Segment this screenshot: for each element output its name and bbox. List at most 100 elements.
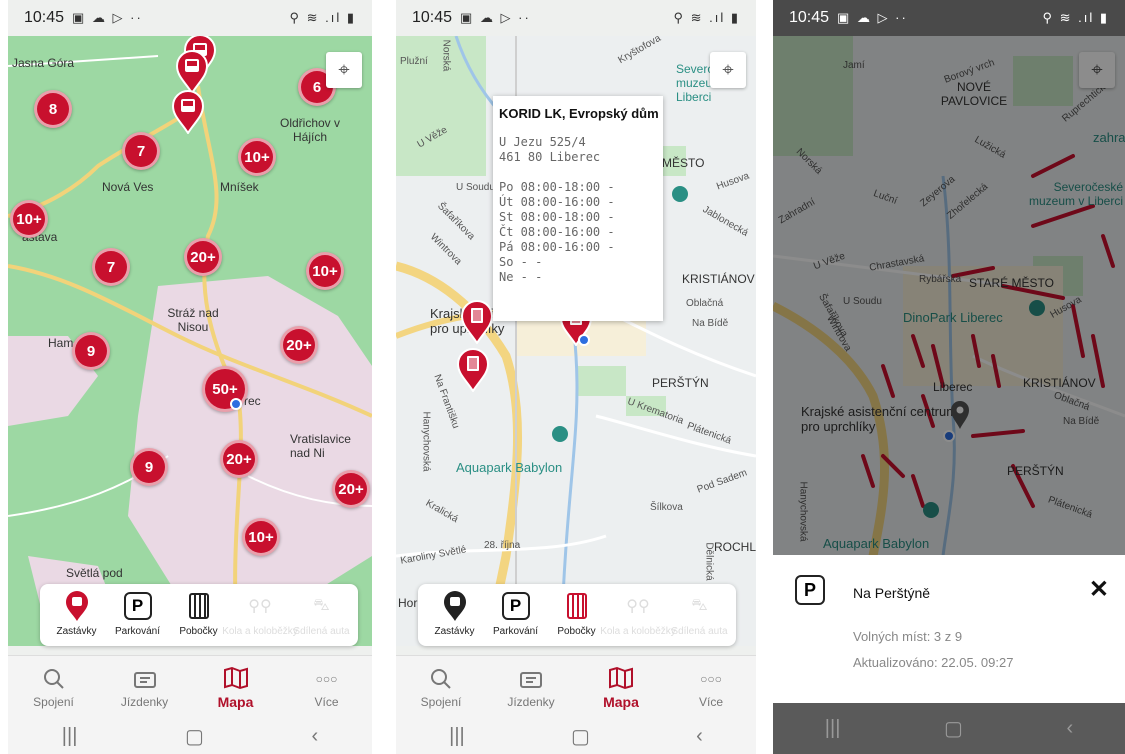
bus-stop-pin-icon bbox=[61, 590, 93, 622]
parking-icon: P bbox=[795, 575, 825, 605]
free-spaces-text: Volných míst: 3 z 9 bbox=[853, 629, 963, 644]
map-label: Vratislavice nad Ni bbox=[290, 432, 351, 460]
stop-cluster[interactable]: 10+ bbox=[242, 518, 280, 556]
status-bar: 10:45 ▣ ☁ ▷ ·· ⚲ ≋ .ıl ▮ bbox=[773, 0, 1125, 36]
bottom-navigation: Spojení Jízdenky Mapa ○○○ Více bbox=[396, 655, 756, 719]
nav-map[interactable]: Mapa bbox=[576, 656, 666, 719]
filter-branches[interactable]: Pobočky bbox=[168, 590, 229, 640]
district-label: ROCHL bbox=[714, 540, 756, 554]
branch-info-popup[interactable]: KORID LK, Evropský dům U Jezu 525/4 461 … bbox=[493, 96, 663, 321]
home-button[interactable]: ▢ bbox=[571, 724, 590, 749]
branch-office-pin-icon[interactable] bbox=[460, 300, 494, 345]
filter-label: Kola a koloběžky bbox=[222, 626, 298, 637]
filter-stops[interactable]: Zastávky bbox=[46, 590, 107, 640]
filter-parking[interactable]: P Parkování bbox=[107, 590, 168, 640]
street-label: 28. října bbox=[484, 540, 521, 551]
map-view[interactable]: Jamí Borový vrch NOVÉ PAVLOVICE Ruprecht… bbox=[773, 36, 1125, 556]
recents-button[interactable]: ||| bbox=[62, 725, 78, 748]
map-dim-overlay[interactable] bbox=[773, 36, 1125, 556]
filter-parking[interactable]: P Parkování bbox=[485, 590, 546, 640]
map-label: Nová Ves bbox=[102, 180, 154, 194]
branch-office-pin-icon[interactable] bbox=[456, 348, 490, 393]
recents-button[interactable]: ||| bbox=[449, 725, 465, 748]
status-time: 10:45 bbox=[789, 9, 830, 26]
filter-branches[interactable]: Pobočky bbox=[546, 590, 607, 640]
home-button[interactable]: ▢ bbox=[185, 724, 204, 749]
filter-shared-cars[interactable]: ⛍ Sdílená auta bbox=[291, 590, 352, 640]
map-label: Ham bbox=[48, 336, 74, 350]
system-navigation-bar: ||| ▢ ‹ bbox=[8, 719, 372, 754]
nav-connections[interactable]: Spojení bbox=[8, 656, 99, 719]
bus-stop-pin-icon[interactable] bbox=[171, 90, 205, 135]
nav-more[interactable]: ○○○ Více bbox=[666, 656, 756, 719]
filter-label: Sdílená auta bbox=[671, 626, 728, 637]
stop-cluster[interactable]: 20+ bbox=[220, 440, 258, 478]
bus-stop-pin-icon[interactable] bbox=[175, 50, 209, 95]
nav-label: Spojení bbox=[420, 695, 462, 709]
street-label: Na Bídě bbox=[692, 318, 729, 329]
stop-cluster[interactable]: 9 bbox=[72, 332, 110, 370]
stop-cluster[interactable]: 7 bbox=[92, 248, 130, 286]
nav-label: Jízdenky bbox=[120, 695, 169, 709]
filter-bikes[interactable]: ⚲⚲ Kola a koloběžky bbox=[222, 590, 298, 640]
home-button[interactable]: ▢ bbox=[944, 716, 963, 741]
bike-icon: ⚲⚲ bbox=[626, 598, 650, 615]
street-label: Plužní bbox=[400, 56, 428, 67]
locate-me-button[interactable]: ⌖ bbox=[326, 52, 362, 88]
stop-cluster[interactable]: 10+ bbox=[238, 138, 276, 176]
district-label: KRISTIÁNOV bbox=[682, 272, 755, 286]
more-dots-icon: ○○○ bbox=[700, 672, 722, 686]
crosshair-icon: ⌖ bbox=[338, 58, 350, 81]
map-view[interactable]: Jasna Góra Oldřichov v Hájích Nová Ves M… bbox=[8, 36, 372, 646]
poi-marker-icon[interactable] bbox=[552, 426, 568, 442]
nav-label: Mapa bbox=[217, 694, 254, 710]
locate-me-button[interactable]: ⌖ bbox=[710, 52, 746, 88]
stop-cluster[interactable]: 9 bbox=[130, 448, 168, 486]
status-time: 10:45 bbox=[412, 9, 453, 26]
map-view[interactable]: Plužní Norská Kryštofova Severočeské muz… bbox=[396, 36, 756, 646]
filter-stops[interactable]: Zastávky bbox=[424, 590, 485, 640]
popup-hours-line: St 08:00-18:00 - bbox=[499, 210, 615, 224]
filter-label: Sdílená auta bbox=[293, 626, 350, 637]
filter-shared-cars[interactable]: ⛍ Sdílená auta bbox=[669, 590, 730, 640]
popup-hours-line: Po 08:00-18:00 - bbox=[499, 180, 615, 194]
back-button[interactable]: ‹ bbox=[312, 725, 319, 748]
district-label: MĚSTO bbox=[662, 156, 705, 170]
map-label: Stráž nad Nisou bbox=[167, 306, 219, 334]
nav-connections[interactable]: Spojení bbox=[396, 656, 486, 719]
recents-button[interactable]: ||| bbox=[825, 717, 841, 740]
system-status-icons: ⚲ ≋ .ıl ▮ bbox=[289, 10, 356, 25]
stop-cluster[interactable]: 20+ bbox=[184, 238, 222, 276]
stop-cluster[interactable]: 10+ bbox=[10, 200, 48, 238]
stop-cluster[interactable]: 20+ bbox=[280, 326, 318, 364]
popup-hours-line: So - - bbox=[499, 255, 543, 269]
stop-cluster[interactable]: 7 bbox=[122, 132, 160, 170]
stop-cluster[interactable]: 20+ bbox=[332, 470, 370, 508]
nav-tickets[interactable]: Jízdenky bbox=[99, 656, 190, 719]
stop-cluster[interactable]: 10+ bbox=[306, 252, 344, 290]
street-label: Dělnická bbox=[703, 542, 715, 581]
stop-cluster[interactable]: 8 bbox=[34, 90, 72, 128]
ticket-icon bbox=[518, 666, 544, 692]
status-bar: 10:45 ▣ ☁ ▷ ·· ⚲ ≋ .ıl ▮ bbox=[396, 0, 756, 36]
nav-more[interactable]: ○○○ Více bbox=[281, 656, 372, 719]
nav-tickets[interactable]: Jízdenky bbox=[486, 656, 576, 719]
car-icon: ⛍ bbox=[313, 597, 330, 614]
search-icon bbox=[42, 666, 66, 692]
map-label: Oldřichov v Hájích bbox=[279, 116, 341, 144]
nav-label: Jízdenky bbox=[507, 695, 555, 709]
screen-map-branches: 10:45 ▣ ☁ ▷ ·· ⚲ ≋ .ıl ▮ Plužní Norská K… bbox=[396, 0, 756, 754]
bike-icon: ⚲⚲ bbox=[248, 598, 272, 615]
close-icon[interactable]: ✕ bbox=[1089, 575, 1109, 604]
poi-marker-icon[interactable] bbox=[672, 186, 688, 202]
search-icon bbox=[429, 666, 453, 692]
nav-label: Více bbox=[314, 695, 339, 709]
system-navigation-bar: ||| ▢ ‹ bbox=[396, 719, 756, 754]
system-status-icons: ⚲ ≋ .ıl ▮ bbox=[673, 10, 740, 25]
filter-bikes[interactable]: ⚲⚲ Kola a koloběžky bbox=[600, 590, 676, 640]
filter-label: Zastávky bbox=[56, 626, 97, 637]
nav-map[interactable]: Mapa bbox=[190, 656, 281, 719]
back-button[interactable]: ‹ bbox=[696, 725, 703, 748]
street-label: Oblačná bbox=[686, 298, 724, 309]
back-button[interactable]: ‹ bbox=[1067, 717, 1074, 740]
